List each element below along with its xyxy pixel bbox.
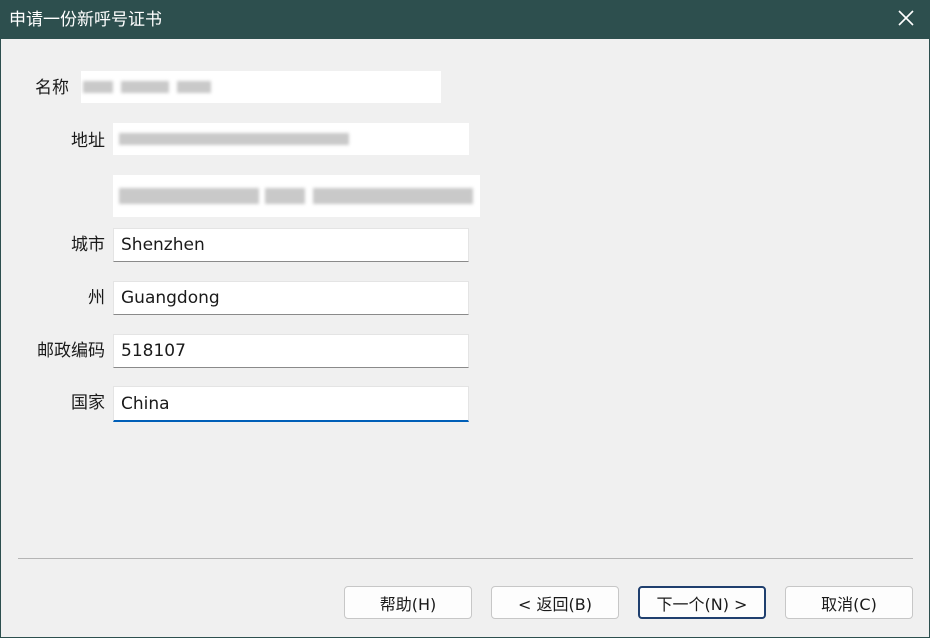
footer-divider [18, 558, 913, 559]
city-input[interactable]: Shenzhen [113, 228, 469, 262]
address-line1-redacted[interactable] [113, 123, 469, 155]
postal-code-input[interactable]: 518107 [113, 334, 469, 368]
window-title: 申请一份新呼号证书 [9, 10, 162, 30]
name-field-redacted[interactable] [81, 71, 441, 103]
close-button[interactable] [883, 1, 929, 39]
next-button[interactable]: 下一个(N) > [638, 586, 766, 619]
postal-code-label: 邮政编码 [37, 341, 105, 361]
country-input[interactable]: China [113, 386, 469, 422]
cancel-button[interactable]: 取消(C) [785, 586, 913, 619]
name-label: 名称 [35, 78, 69, 98]
dialog-window: 申请一份新呼号证书 名称 地址 城市 Shenzhen 州 Guangdong … [0, 0, 930, 638]
address-line2-redacted[interactable] [113, 175, 480, 217]
help-button[interactable]: 帮助(H) [344, 586, 472, 619]
address-label: 地址 [71, 131, 105, 151]
city-label: 城市 [71, 235, 105, 255]
back-button[interactable]: < 返回(B) [491, 586, 619, 619]
state-input[interactable]: Guangdong [113, 281, 469, 315]
state-label: 州 [88, 288, 105, 308]
country-label: 国家 [71, 393, 105, 413]
close-icon [898, 10, 914, 30]
title-bar: 申请一份新呼号证书 [1, 1, 929, 39]
